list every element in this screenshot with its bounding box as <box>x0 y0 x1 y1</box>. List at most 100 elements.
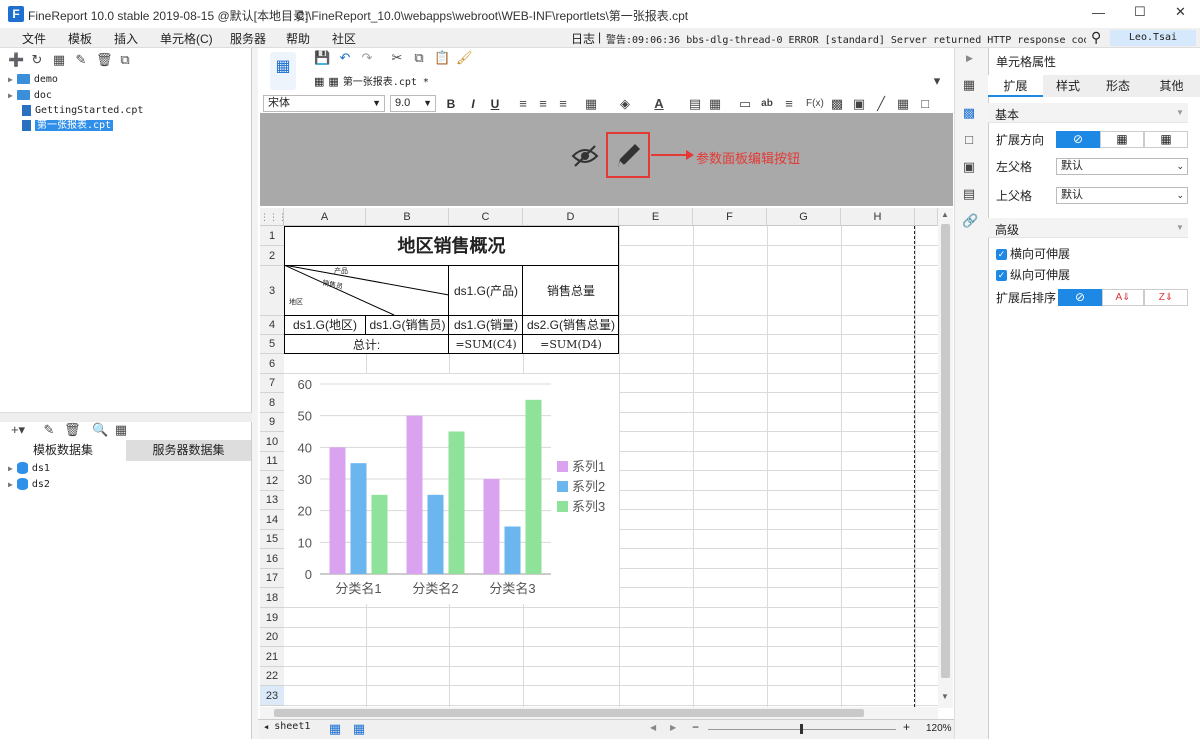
row-header[interactable]: 10 <box>260 432 284 452</box>
font-size-select[interactable]: 9.0 ▼ <box>390 95 436 112</box>
bar-chart[interactable]: 0 10 20 30 40 50 60 分类名1 分类名2 分类名3 系列1 系列2 系列3 <box>284 374 619 604</box>
column-header[interactable]: D <box>523 208 619 226</box>
tree-item[interactable]: ▶ demo <box>8 72 58 88</box>
expand-arrow-icon[interactable]: ▶ <box>8 75 13 84</box>
row-header[interactable]: 18 <box>260 588 284 608</box>
edit-parameter-button[interactable] <box>606 132 650 178</box>
left-parent-select[interactable]: 默认 ⌄ <box>1056 158 1188 175</box>
diagonal-header[interactable] <box>284 265 449 315</box>
font-family-select[interactable]: 宋体 ▼ <box>263 95 385 112</box>
zoom-slider-thumb[interactable] <box>800 724 803 734</box>
column-header[interactable]: E <box>619 208 693 226</box>
menu-file[interactable]: 文件 <box>22 30 46 47</box>
scroll-up-icon[interactable]: ▲ <box>941 210 949 219</box>
copy-icon[interactable]: ⧉ <box>118 53 132 67</box>
menu-help[interactable]: 帮助 <box>286 30 310 47</box>
row-header[interactable]: 3 <box>260 266 284 316</box>
fill-color-icon[interactable]: ◈ <box>618 97 632 111</box>
sort-none-button[interactable]: ⊘ <box>1058 289 1102 306</box>
tab-server-dataset[interactable]: 服务器数据集 <box>126 440 251 461</box>
row-header[interactable]: 22 <box>260 667 284 686</box>
column-header[interactable]: B <box>366 208 449 226</box>
row-header[interactable]: 2 <box>260 246 284 266</box>
expand-horizontal-button[interactable]: ▦ <box>1144 131 1188 148</box>
widget-icon[interactable]: □ <box>918 97 932 111</box>
scroll-down-icon[interactable]: ▼ <box>941 692 949 701</box>
row-header[interactable]: 15 <box>260 530 284 549</box>
tab-menu-icon[interactable]: ▾ <box>930 74 944 88</box>
italic-button[interactable]: I <box>466 97 480 111</box>
column-header[interactable]: G <box>767 208 841 226</box>
expand-arrow-icon[interactable]: ▶ <box>8 480 13 489</box>
undo-icon[interactable]: ↶ <box>338 51 352 65</box>
image-icon[interactable]: ▣ <box>852 97 866 111</box>
tree-item[interactable]: GettingStarted.cpt <box>22 103 143 119</box>
row-header[interactable]: 19 <box>260 608 284 628</box>
row-header[interactable]: 5 <box>260 335 284 354</box>
row-header[interactable]: 21 <box>260 647 284 667</box>
expand-arrow-icon[interactable]: ▶ <box>8 91 13 100</box>
text-icon[interactable]: ab <box>760 97 774 111</box>
tree-item[interactable]: ▶ doc <box>8 88 52 104</box>
menu-template[interactable]: 模板 <box>68 30 92 47</box>
formula-icon[interactable]: F(x) <box>806 97 824 111</box>
widget-setting-icon[interactable]: ▣ <box>962 160 976 174</box>
refresh-icon[interactable]: ↻ <box>30 53 44 67</box>
row-header[interactable]: 6 <box>260 354 284 374</box>
tab-style[interactable]: 样式 <box>1043 75 1093 97</box>
row-header[interactable]: 23 <box>260 686 284 706</box>
tab-shape[interactable]: 形态 <box>1093 75 1143 97</box>
collapse-arrow-icon[interactable]: ▶ <box>966 53 973 64</box>
add-form-sheet-icon[interactable]: ▦ <box>352 722 366 736</box>
scroll-thumb[interactable] <box>274 709 864 717</box>
paste-icon[interactable]: 📋 <box>434 51 450 65</box>
edit-icon[interactable]: ✎ <box>74 53 88 67</box>
new-folder-icon[interactable]: ➕ <box>8 53 24 67</box>
redo-icon[interactable]: ↷ <box>360 51 374 65</box>
row-header[interactable]: 12 <box>260 471 284 491</box>
dataset-item[interactable]: ▶ ds1 <box>8 461 50 477</box>
tab-template-dataset[interactable]: 模板数据集 <box>0 440 126 461</box>
cut-icon[interactable]: ✂ <box>390 51 404 65</box>
scroll-right-icon[interactable]: ▶ <box>670 723 676 732</box>
zoom-out-button[interactable]: − <box>692 720 699 734</box>
row-header[interactable]: 16 <box>260 549 284 569</box>
dataset-item[interactable]: ▶ ds2 <box>8 477 50 493</box>
file-settings-icon[interactable]: ▦ <box>52 53 66 67</box>
user-badge[interactable]: Leo.Tsai <box>1110 30 1196 46</box>
underline-button[interactable]: U <box>488 97 502 111</box>
hide-panel-icon[interactable] <box>571 144 599 168</box>
menu-cell[interactable]: 单元格(C) <box>160 30 213 47</box>
search-icon[interactable]: ⚲ <box>1091 29 1101 46</box>
panel-divider[interactable] <box>0 412 252 422</box>
delete-icon[interactable]: 🗑 <box>96 53 113 67</box>
cell-d5[interactable]: =SUM(D4) <box>523 336 619 354</box>
tab-expand[interactable]: 扩展 <box>988 75 1043 97</box>
condition-icon[interactable]: ▤ <box>962 187 976 201</box>
column-header-blank[interactable] <box>915 208 938 226</box>
minimize-button[interactable]: — <box>1092 5 1105 20</box>
sort-desc-button[interactable]: Z⇓ <box>1144 289 1188 306</box>
zoom-in-button[interactable]: + <box>903 720 910 734</box>
template-icon[interactable]: ▦ <box>270 52 296 90</box>
column-header[interactable]: C <box>449 208 523 226</box>
add-sheet-icon[interactable]: ▦ <box>328 722 342 736</box>
log-link[interactable]: 日志 <box>571 30 595 47</box>
section-advanced[interactable]: 高级 ▼ <box>988 218 1188 238</box>
align-left-icon[interactable]: ≡ <box>516 97 530 111</box>
menu-server[interactable]: 服务器 <box>230 30 266 47</box>
float-element-icon[interactable]: □ <box>962 133 976 147</box>
bold-button[interactable]: B <box>444 97 458 111</box>
row-header[interactable]: 1 <box>260 226 284 246</box>
cell-c5[interactable]: =SUM(C4) <box>449 336 523 354</box>
menu-insert[interactable]: 插入 <box>114 30 138 47</box>
expand-none-button[interactable]: ⊘ <box>1056 131 1100 148</box>
cell-a4[interactable]: ds1.G(地区) <box>284 316 366 334</box>
hyperlink-icon[interactable]: 🔗 <box>962 214 978 228</box>
slash-icon[interactable]: ╱ <box>874 97 888 111</box>
subreport-icon[interactable]: ▦ <box>896 97 910 111</box>
expand-vertical-button[interactable]: ▦ <box>1100 131 1144 148</box>
cell-d4[interactable]: ds2.G(销售总量) <box>523 316 619 334</box>
close-button[interactable]: ✕ <box>1175 4 1186 20</box>
scroll-left-icon[interactable]: ◀ <box>650 723 656 732</box>
